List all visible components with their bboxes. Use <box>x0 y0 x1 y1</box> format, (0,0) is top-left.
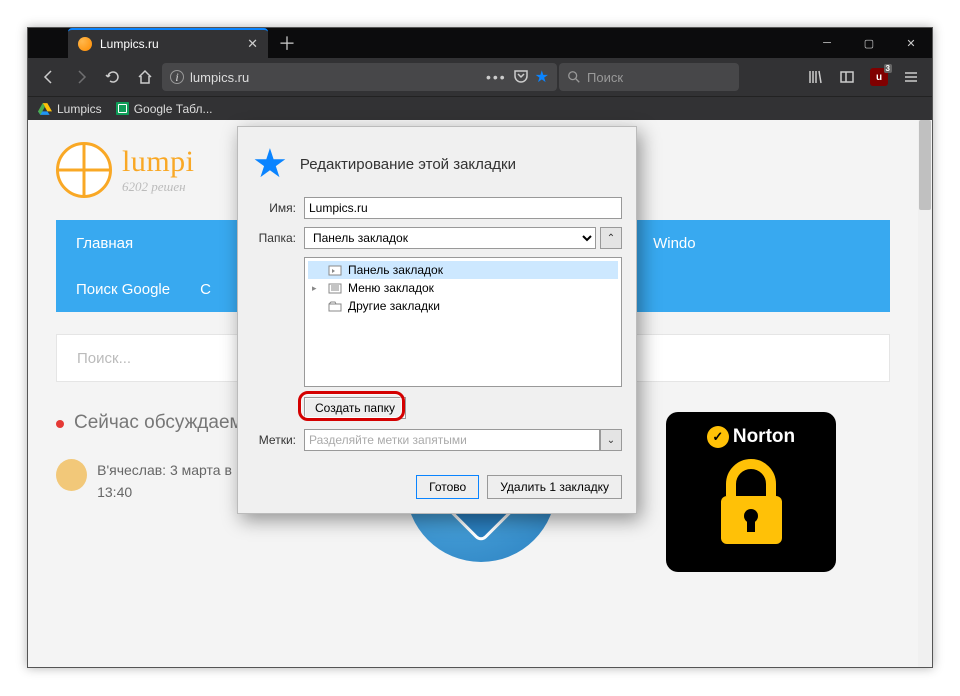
ublock-button[interactable]: u3 <box>864 62 894 92</box>
folder-tree[interactable]: Панель закладок ▸Меню закладок Другие за… <box>304 257 622 387</box>
minimize-button[interactable]: ─ <box>806 28 848 58</box>
check-icon: ✓ <box>707 426 729 448</box>
label-folder: Папка: <box>252 227 296 245</box>
url-text: lumpics.ru <box>190 70 249 85</box>
discuss-title: Сейчас обсуждаем <box>56 412 266 434</box>
url-bar[interactable]: i lumpics.ru ••• ★ <box>162 63 557 91</box>
popup-title: Редактирование этой закладки <box>300 156 516 173</box>
home-button[interactable] <box>130 62 160 92</box>
tags-input[interactable] <box>304 429 600 451</box>
tab-lumpics[interactable]: Lumpics.ru ✕ <box>68 28 268 58</box>
tree-item-toolbar[interactable]: Панель закладок <box>308 261 618 279</box>
toolbar-right: u3 <box>800 62 926 92</box>
done-button[interactable]: Готово <box>416 475 479 499</box>
nav-home[interactable]: Главная <box>76 235 133 252</box>
window-controls: ─ ▢ ✕ <box>806 28 932 58</box>
ublock-badge: 3 <box>884 64 892 73</box>
back-button[interactable] <box>34 62 64 92</box>
gsheets-icon <box>116 102 129 115</box>
pocket-icon[interactable] <box>513 68 529 87</box>
tree-item-menu[interactable]: ▸Меню закладок <box>308 279 618 297</box>
nav-c[interactable]: С <box>200 281 211 298</box>
card-norton[interactable]: ✓ Norton <box>666 412 836 572</box>
tags-expand-button[interactable]: ⌄ <box>600 429 622 451</box>
bookmark-item-gsheets[interactable]: Google Табл... <box>116 102 213 116</box>
maximize-button[interactable]: ▢ <box>848 28 890 58</box>
new-folder-button[interactable]: Создать папку <box>304 397 406 419</box>
reload-button[interactable] <box>98 62 128 92</box>
tab-favicon <box>78 37 92 51</box>
bookmark-name-input[interactable] <box>304 197 622 219</box>
tab-title: Lumpics.ru <box>100 37 159 51</box>
discuss-item[interactable]: В'ячеслав: 3 марта в 13:40 <box>56 459 266 504</box>
site-brand: lumpi <box>122 145 195 179</box>
remove-bookmark-button[interactable]: Удалить 1 закладку <box>487 475 622 499</box>
scrollbar-thumb[interactable] <box>919 120 931 210</box>
close-window-button[interactable]: ✕ <box>890 28 932 58</box>
gdrive-icon <box>38 103 52 115</box>
new-tab-button[interactable]: ＋ <box>268 30 306 56</box>
nav-windows[interactable]: Windo <box>653 235 696 252</box>
collapse-tree-button[interactable]: ⌃ <box>600 227 622 249</box>
label-name: Имя: <box>252 197 296 215</box>
folder-select[interactable]: Панель закладок <box>304 227 596 249</box>
search-bar[interactable]: Поиск <box>559 63 739 91</box>
logo-mark-icon <box>56 142 112 198</box>
scrollbar[interactable] <box>918 120 932 667</box>
avatar <box>56 459 87 491</box>
browser-window: Lumpics.ru ✕ ＋ ─ ▢ ✕ i lumpics.ru ••• ★ … <box>27 27 933 668</box>
forward-button[interactable] <box>66 62 96 92</box>
site-tagline: 6202 решен <box>122 179 195 195</box>
library-button[interactable] <box>800 62 830 92</box>
search-icon <box>567 70 581 84</box>
page-actions-icon[interactable]: ••• <box>486 69 507 85</box>
menu-button[interactable] <box>896 62 926 92</box>
bookmark-edit-popup: ★ Редактирование этой закладки Имя: Папк… <box>237 126 637 514</box>
bookmarks-bar: Lumpics Google Табл... <box>28 96 932 120</box>
tree-item-other[interactable]: Другие закладки <box>308 297 618 315</box>
toolbar: i lumpics.ru ••• ★ Поиск u3 <box>28 58 932 96</box>
titlebar: Lumpics.ru ✕ ＋ ─ ▢ ✕ <box>28 28 932 58</box>
lock-icon <box>709 458 794 548</box>
sidebar-button[interactable] <box>832 62 862 92</box>
close-tab-icon[interactable]: ✕ <box>247 36 258 52</box>
search-placeholder: Поиск <box>587 70 623 85</box>
info-icon[interactable]: i <box>170 70 184 84</box>
bookmark-star-icon[interactable]: ★ <box>535 67 549 87</box>
nav-google-search[interactable]: Поиск Google <box>76 281 170 298</box>
discuss-widget: Сейчас обсуждаем В'ячеслав: 3 марта в 13… <box>56 412 266 504</box>
bookmark-item-lumpics[interactable]: Lumpics <box>38 102 102 116</box>
star-icon: ★ <box>252 141 288 187</box>
label-tags: Метки: <box>252 429 296 447</box>
